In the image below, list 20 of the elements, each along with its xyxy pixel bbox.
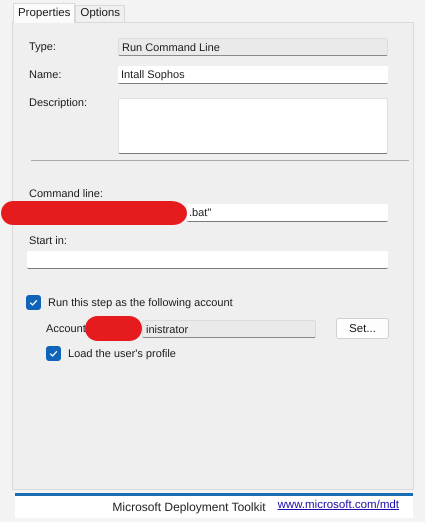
field-label: Command line:	[28, 187, 104, 202]
field-label: Description:	[29, 96, 88, 111]
command-line-field[interactable]: .bat"	[187, 204, 388, 222]
field-label: Type:	[29, 40, 57, 55]
start-in-field[interactable]	[27, 251, 388, 269]
checkbox[interactable]	[46, 346, 61, 361]
checkbox[interactable]	[26, 295, 41, 310]
checkbox-label: Load the user's profile	[68, 346, 176, 360]
account-field: inistrator	[142, 320, 316, 338]
checkbox-label: Run this step as the following account	[48, 296, 233, 310]
field-label: Start in:	[28, 234, 68, 249]
description-field[interactable]	[118, 98, 388, 154]
field-label: Name:	[29, 68, 62, 83]
tab[interactable]: Options	[75, 5, 126, 22]
type-field: Run Command Line	[118, 38, 388, 56]
name-field[interactable]: Intall Sophos	[118, 66, 388, 84]
set-button[interactable]: Set...	[336, 318, 389, 339]
product-name: Microsoft Deployment Toolkit	[112, 500, 266, 514]
tab[interactable]: Properties	[13, 3, 76, 23]
website-link[interactable]: www.microsoft.com/mdt	[278, 499, 399, 511]
